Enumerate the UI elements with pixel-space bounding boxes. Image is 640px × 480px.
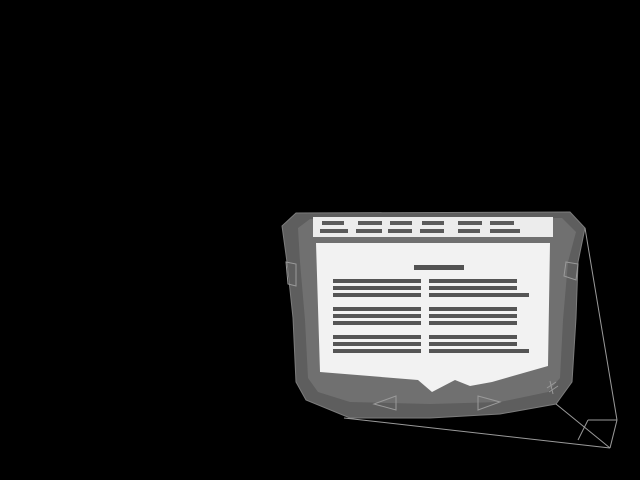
text-line xyxy=(333,349,421,353)
text-line xyxy=(333,335,421,339)
menu-glyph[interactable] xyxy=(490,221,514,225)
text-line xyxy=(429,321,517,325)
text-line xyxy=(333,321,421,325)
menu-glyph[interactable] xyxy=(490,229,520,233)
text-line xyxy=(429,307,517,311)
menu-glyph[interactable] xyxy=(458,221,482,225)
text-line xyxy=(333,342,421,346)
text-line xyxy=(429,293,529,297)
menu-glyph[interactable] xyxy=(320,229,348,233)
menu-glyph[interactable] xyxy=(458,229,480,233)
menu-strip[interactable] xyxy=(313,217,553,237)
text-line xyxy=(429,279,517,283)
viewport xyxy=(0,0,640,480)
text-line xyxy=(333,286,421,290)
text-line xyxy=(429,349,529,353)
text-line xyxy=(429,286,517,290)
menu-glyph[interactable] xyxy=(358,221,382,225)
menu-glyph[interactable] xyxy=(356,229,382,233)
menu-glyph[interactable] xyxy=(390,221,412,225)
text-line xyxy=(333,293,421,297)
text-line xyxy=(429,335,517,339)
menu-glyph[interactable] xyxy=(388,229,412,233)
text-line xyxy=(333,279,421,283)
screen-heading xyxy=(414,265,464,270)
handheld-device xyxy=(281,211,618,449)
text-line xyxy=(333,307,421,311)
text-line xyxy=(333,314,421,318)
menu-glyph[interactable] xyxy=(322,221,344,225)
text-line xyxy=(429,314,517,318)
menu-glyph[interactable] xyxy=(420,229,444,233)
menu-glyph[interactable] xyxy=(422,221,444,225)
text-line xyxy=(429,342,517,346)
